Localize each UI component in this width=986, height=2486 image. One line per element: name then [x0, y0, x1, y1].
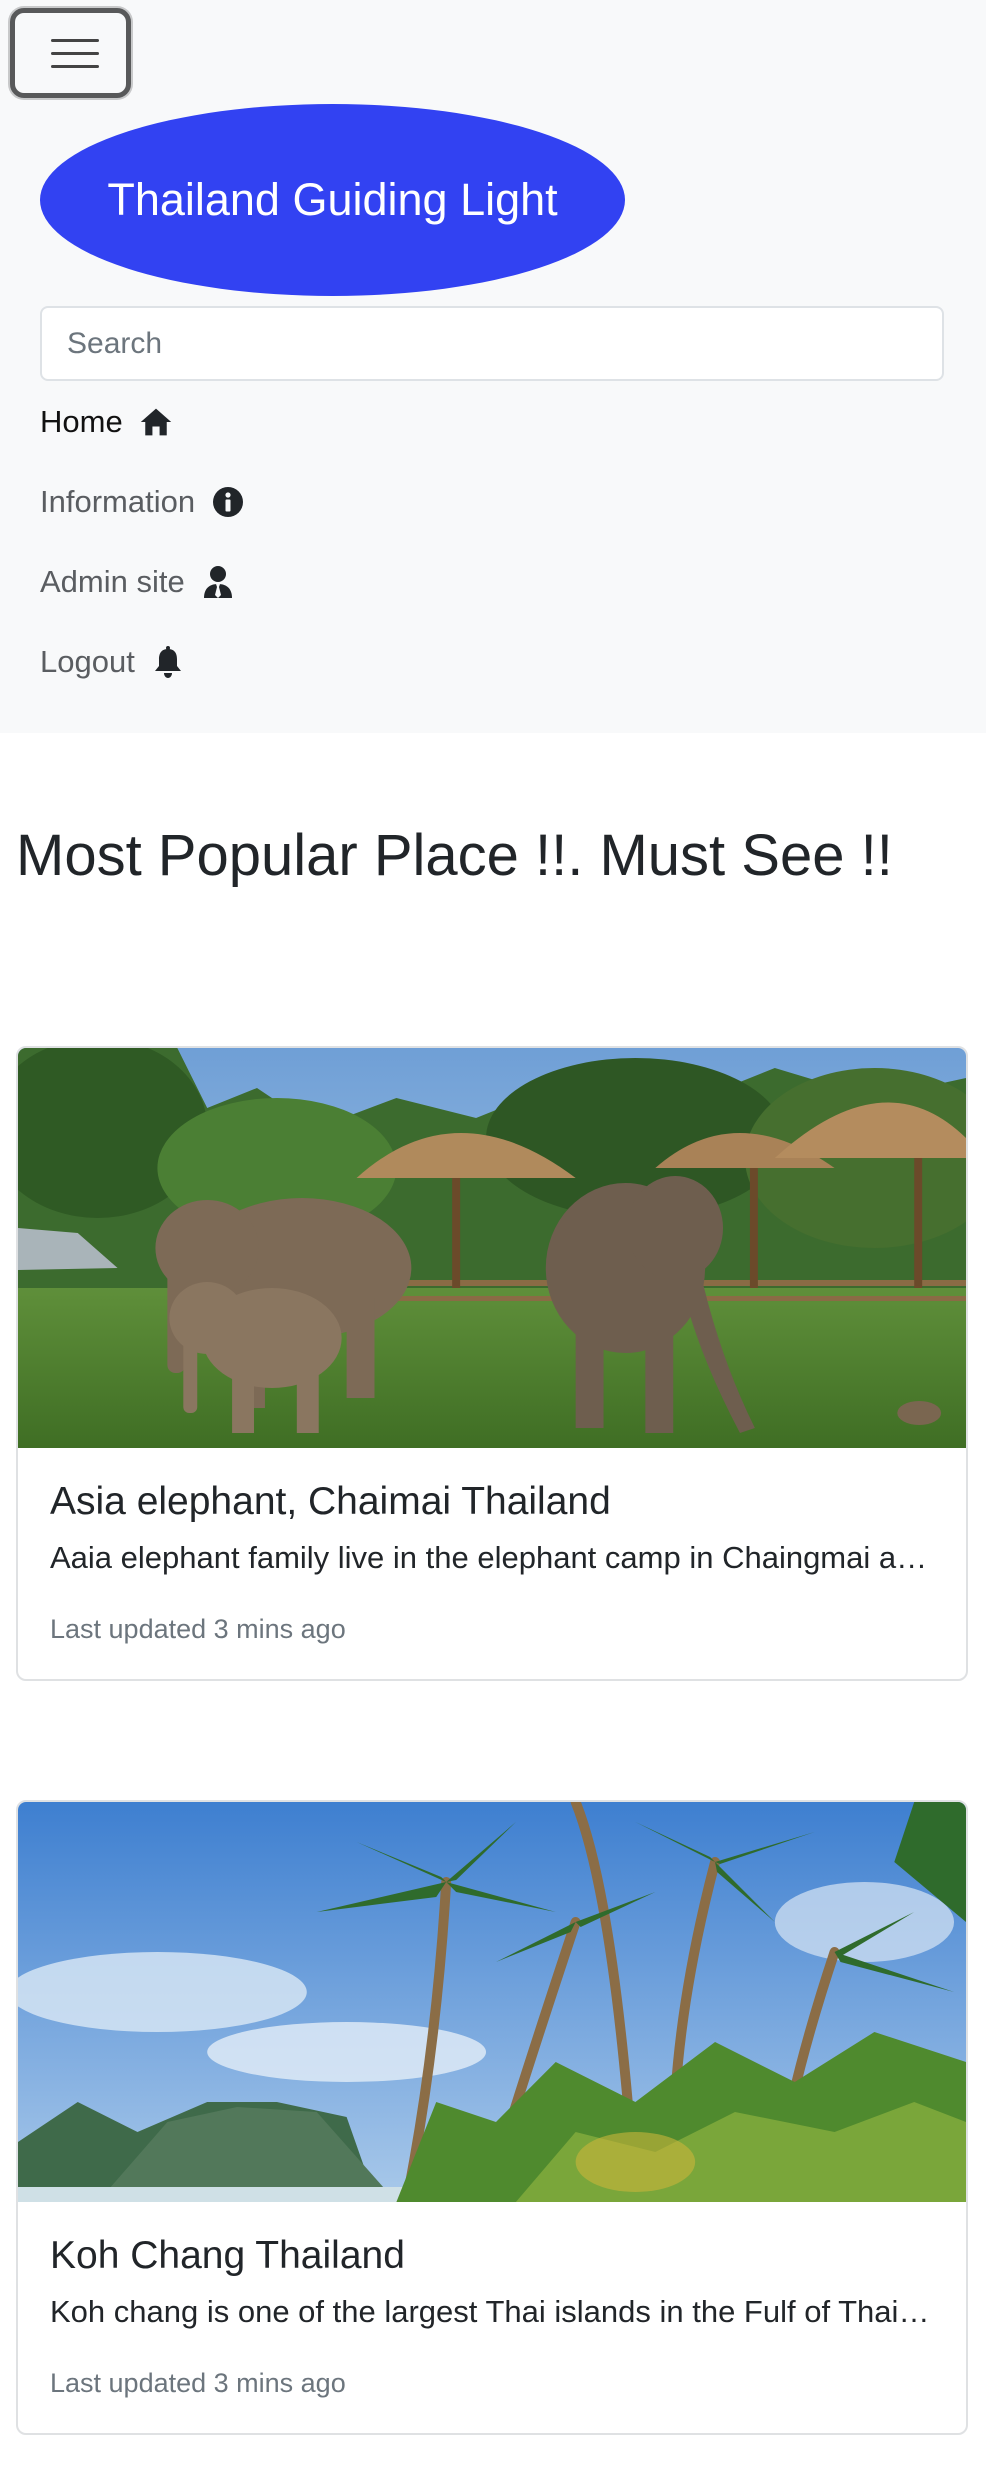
nav-item-label: Information [40, 484, 196, 519]
navbar-toggler-button[interactable] [10, 8, 131, 98]
elephants-photo [18, 1048, 966, 1448]
hamburger-menu-icon-bar [51, 52, 99, 55]
palm-beach-photo [18, 1802, 966, 2202]
nav-item-home[interactable]: Home [40, 392, 173, 452]
nav-item-label: Home [40, 404, 123, 439]
card-body: Koh Chang Thailand Koh chang is one of t… [18, 2202, 966, 2433]
place-card[interactable]: Koh Chang Thailand Koh chang is one of t… [16, 1800, 968, 2435]
hamburger-menu-icon [51, 39, 99, 42]
bell-icon [151, 645, 185, 679]
brand-logo[interactable]: Thailand Guiding Light [40, 104, 625, 296]
nav-item-admin-site[interactable]: Admin site [40, 552, 235, 612]
search-input[interactable] [40, 306, 944, 381]
card-title: Koh Chang Thailand [50, 2234, 405, 2277]
hamburger-menu-icon-bar [51, 65, 99, 68]
page-title: Most Popular Place !!. Must See !! [16, 823, 893, 888]
info-circle-icon [211, 485, 245, 519]
nav-item-logout[interactable]: Logout [40, 632, 185, 692]
card-body: Asia elephant, Chaimai Thailand Aaia ele… [18, 1448, 966, 1679]
card-title: Asia elephant, Chaimai Thailand [50, 1480, 611, 1523]
navbar: Thailand Guiding Light Home Information … [0, 0, 986, 733]
nav-item-label: Logout [40, 644, 135, 679]
card-updated-time: Last updated 3 mins ago [50, 2368, 346, 2398]
card-updated-time: Last updated 3 mins ago [50, 1614, 346, 1644]
home-icon [139, 405, 173, 439]
card-text: Aaia elephant family live in the elephan… [50, 1540, 934, 1575]
nav-item-label: Admin site [40, 564, 185, 599]
place-card[interactable]: Asia elephant, Chaimai Thailand Aaia ele… [16, 1046, 968, 1681]
card-text: Koh chang is one of the largest Thai isl… [50, 2294, 934, 2329]
nav-item-information[interactable]: Information [40, 472, 245, 532]
user-tie-icon [201, 565, 235, 599]
